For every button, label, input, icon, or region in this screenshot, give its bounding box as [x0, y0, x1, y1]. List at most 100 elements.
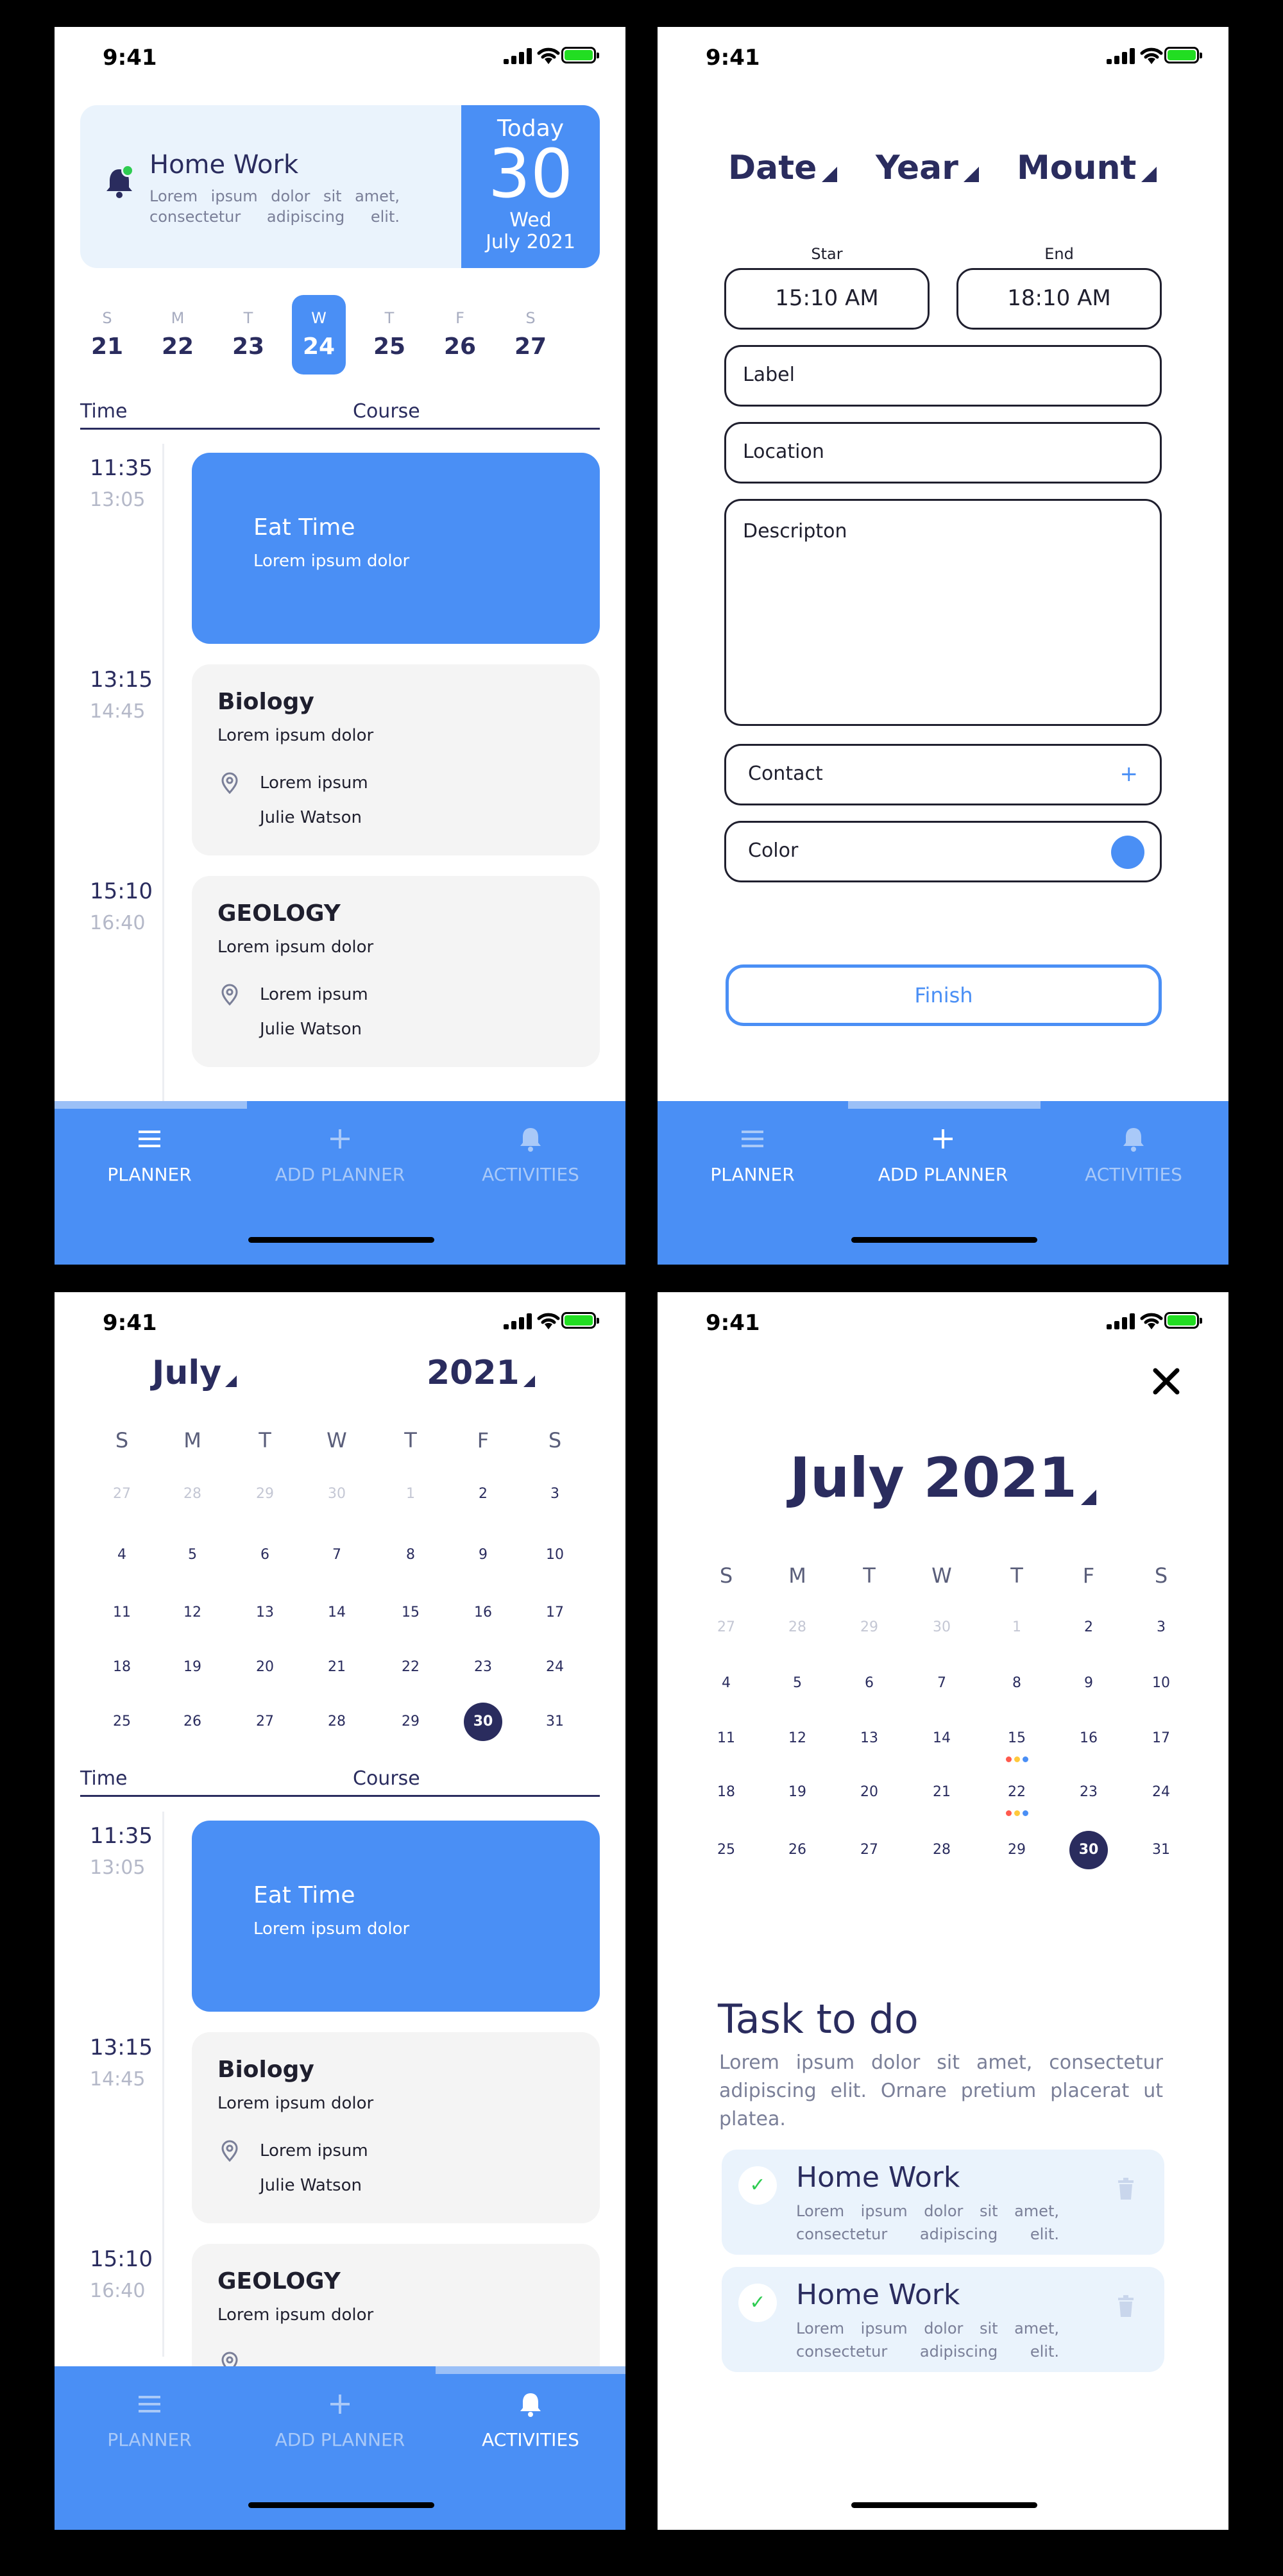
label-field[interactable]: Label	[724, 345, 1162, 407]
calendar-day[interactable]: 3	[536, 1475, 574, 1513]
calendar-day[interactable]: 11	[103, 1594, 141, 1632]
calendar-day[interactable]: 17	[1142, 1719, 1180, 1758]
calendar-day[interactable]: 29	[246, 1475, 284, 1513]
calendar-day[interactable]: 21	[922, 1773, 961, 1812]
calendar-day[interactable]: 25	[707, 1831, 745, 1869]
calendar-day[interactable]: 23	[464, 1648, 502, 1687]
year-dropdown[interactable]: 2021	[427, 1354, 535, 1392]
calendar-day[interactable]: 27	[707, 1608, 745, 1647]
today-reminder-card[interactable]: Home Work Lorem ipsum dolor sit amet, co…	[80, 105, 600, 268]
month-dropdown[interactable]: Mount	[1017, 149, 1157, 187]
event-card[interactable]: Biology Lorem ipsum dolor Lorem ipsum Ju…	[192, 2032, 600, 2223]
event-card[interactable]: Eat Time Lorem ipsum dolor	[192, 453, 600, 644]
calendar-day[interactable]: 13	[246, 1594, 284, 1632]
calendar-day[interactable]: 27	[246, 1703, 284, 1741]
check-icon[interactable]: ✓	[738, 2284, 777, 2322]
check-icon[interactable]: ✓	[738, 2166, 777, 2205]
calendar-day[interactable]: 27	[850, 1831, 888, 1869]
location-field[interactable]: Location	[724, 422, 1162, 484]
end-time-field[interactable]: 18:10 AM	[956, 268, 1162, 330]
calendar-day[interactable]: 15	[391, 1594, 430, 1632]
nav-add-planner[interactable]: ADD PLANNER	[848, 1124, 1038, 1185]
calendar-day-selected[interactable]: 30	[464, 1703, 502, 1741]
calendar-day-selected[interactable]: 30	[1069, 1831, 1108, 1869]
calendar-day[interactable]: 18	[707, 1773, 745, 1812]
calendar-day[interactable]: 10	[536, 1536, 574, 1574]
nav-planner[interactable]: PLANNER	[55, 2389, 244, 2450]
description-field[interactable]: Descripton	[724, 499, 1162, 726]
date-dropdown[interactable]: Date	[728, 149, 838, 187]
nav-planner[interactable]: PLANNER	[658, 1124, 847, 1185]
calendar-day[interactable]: 31	[1142, 1831, 1180, 1869]
week-day[interactable]: F 26	[433, 295, 487, 375]
calendar-day[interactable]: 1	[998, 1608, 1036, 1647]
calendar-day[interactable]: 28	[922, 1831, 961, 1869]
calendar-day[interactable]: 27	[103, 1475, 141, 1513]
calendar-day[interactable]: 28	[318, 1703, 356, 1741]
event-card[interactable]: GEOLOGY Lorem ipsum dolor Lorem ipsum Ju…	[192, 876, 600, 1067]
nav-activities[interactable]: ACTIVITIES	[436, 2389, 625, 2450]
color-field[interactable]: Color	[724, 821, 1162, 882]
nav-activities[interactable]: ACTIVITIES	[1039, 1124, 1228, 1185]
calendar-day[interactable]: 4	[103, 1536, 141, 1574]
calendar-day[interactable]: 16	[1069, 1719, 1108, 1758]
calendar-day[interactable]: 15	[998, 1719, 1036, 1758]
calendar-day[interactable]: 1	[391, 1475, 430, 1513]
calendar-day[interactable]: 5	[778, 1664, 817, 1703]
close-icon[interactable]	[1151, 1367, 1181, 1396]
calendar-day[interactable]: 25	[103, 1703, 141, 1741]
calendar-day[interactable]: 20	[246, 1648, 284, 1687]
task-item[interactable]: ✓ Home Work Lorem ipsum dolor sit amet, …	[722, 2267, 1164, 2372]
event-card[interactable]: Biology Lorem ipsum dolor Lorem ipsum Ju…	[192, 664, 600, 855]
calendar-day[interactable]: 7	[318, 1536, 356, 1574]
calendar-day[interactable]: 23	[1069, 1773, 1108, 1812]
nav-planner[interactable]: PLANNER	[55, 1124, 244, 1185]
calendar-day[interactable]: 2	[1069, 1608, 1108, 1647]
calendar-day[interactable]: 9	[1069, 1664, 1108, 1703]
week-day[interactable]: S 27	[504, 295, 557, 375]
nav-activities[interactable]: ACTIVITIES	[436, 1124, 625, 1185]
calendar-day[interactable]: 31	[536, 1703, 574, 1741]
trash-icon[interactable]	[1117, 2178, 1135, 2200]
nav-add-planner[interactable]: ADD PLANNER	[245, 2389, 435, 2450]
calendar-day[interactable]: 9	[464, 1536, 502, 1574]
nav-add-planner[interactable]: ADD PLANNER	[245, 1124, 435, 1185]
week-day[interactable]: M 22	[151, 295, 205, 375]
calendar-day[interactable]: 3	[1142, 1608, 1180, 1647]
calendar-day[interactable]: 4	[707, 1664, 745, 1703]
calendar-day[interactable]: 16	[464, 1594, 502, 1632]
color-swatch[interactable]	[1111, 836, 1144, 869]
calendar-day[interactable]: 29	[391, 1703, 430, 1741]
week-day[interactable]: T 23	[221, 295, 275, 375]
calendar-day[interactable]: 19	[778, 1773, 817, 1812]
calendar-day[interactable]: 6	[850, 1664, 888, 1703]
calendar-day[interactable]: 12	[778, 1719, 817, 1758]
week-day-selected[interactable]: W 24	[292, 295, 346, 375]
calendar-day[interactable]: 20	[850, 1773, 888, 1812]
calendar-day[interactable]: 7	[922, 1664, 961, 1703]
calendar-day[interactable]: 17	[536, 1594, 574, 1632]
calendar-day[interactable]: 22	[391, 1648, 430, 1687]
week-day[interactable]: T 25	[362, 295, 416, 375]
calendar-day[interactable]: 12	[173, 1594, 212, 1632]
week-day[interactable]: S 21	[80, 295, 134, 375]
calendar-day[interactable]: 24	[536, 1648, 574, 1687]
calendar-day[interactable]: 8	[998, 1664, 1036, 1703]
calendar-day[interactable]: 21	[318, 1648, 356, 1687]
calendar-day[interactable]: 14	[922, 1719, 961, 1758]
calendar-day[interactable]: 26	[173, 1703, 212, 1741]
calendar-day[interactable]: 24	[1142, 1773, 1180, 1812]
calendar-day[interactable]: 28	[173, 1475, 212, 1513]
calendar-day[interactable]: 10	[1142, 1664, 1180, 1703]
calendar-day[interactable]: 14	[318, 1594, 356, 1632]
add-contact-icon[interactable]: +	[1120, 761, 1139, 787]
trash-icon[interactable]	[1117, 2295, 1135, 2317]
calendar-day[interactable]: 29	[850, 1608, 888, 1647]
month-year-dropdown[interactable]: July 2021	[658, 1446, 1228, 1510]
calendar-day[interactable]: 5	[173, 1536, 212, 1574]
calendar-day[interactable]: 6	[246, 1536, 284, 1574]
calendar-day[interactable]: 26	[778, 1831, 817, 1869]
calendar-day[interactable]: 2	[464, 1475, 502, 1513]
year-dropdown[interactable]: Year	[876, 149, 979, 187]
finish-button[interactable]: Finish	[726, 964, 1162, 1026]
